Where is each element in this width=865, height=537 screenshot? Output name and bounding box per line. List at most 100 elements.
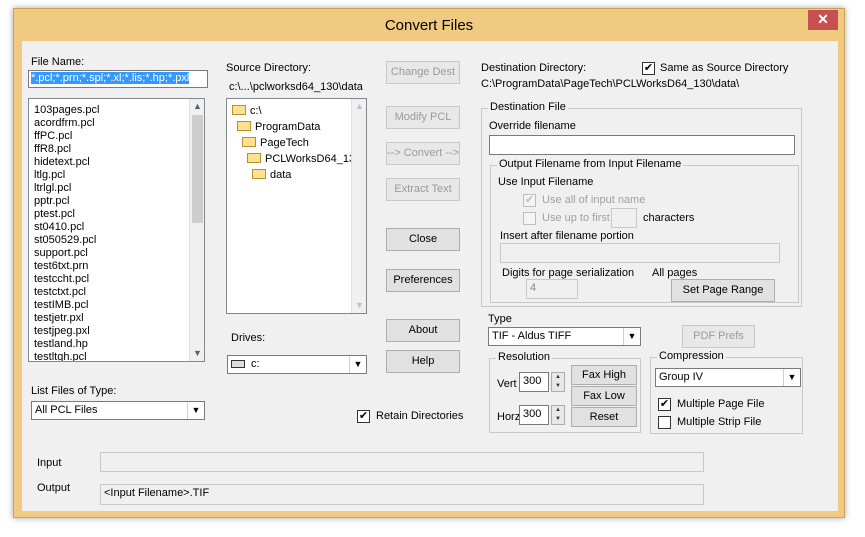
tree-node-pclworks[interactable]: PCLWorksD64_130 [247, 152, 361, 167]
file-list-item[interactable]: hidetext.pcl [29, 156, 204, 169]
list-type-value: All PCL Files [35, 404, 98, 416]
chevron-down-icon: ▼ [783, 369, 800, 386]
output-label: Output [37, 482, 71, 494]
scroll-thumb[interactable] [192, 115, 203, 223]
list-type-select[interactable]: All PCL Files ▼ [31, 401, 205, 420]
multiple-page-checkbox[interactable]: ✔ [658, 398, 671, 411]
file-list-item[interactable]: testland.hp [29, 338, 204, 351]
tree-node-drive[interactable]: c:\ [232, 104, 262, 119]
close-button[interactable]: Close [386, 228, 460, 251]
digits-input[interactable]: 4 [526, 279, 578, 299]
source-dir-path: c:\...\pclworksd64_130\data [229, 81, 363, 93]
chevron-down-icon: ▼ [623, 328, 640, 345]
destination-file-group: Destination File Override filename Outpu… [481, 101, 802, 307]
about-button[interactable]: About [386, 319, 460, 342]
characters-label: characters [643, 212, 695, 224]
pdf-prefs-button[interactable]: PDF Prefs [682, 325, 755, 348]
vert-input[interactable]: 300 [519, 372, 549, 392]
file-list-item[interactable]: support.pcl [29, 247, 204, 260]
all-pages-label: All pages [652, 267, 698, 279]
type-select[interactable]: TIF - Aldus TIFF ▼ [488, 327, 641, 346]
file-list-item[interactable]: st0410.pcl [29, 221, 204, 234]
horz-spinner[interactable]: ▲ ▼ [551, 405, 565, 425]
open-folder-icon [242, 137, 256, 148]
reset-button[interactable]: Reset [571, 407, 637, 427]
open-folder-icon [237, 121, 251, 132]
input-label: Input [37, 457, 62, 469]
open-folder-icon [247, 153, 261, 164]
scroll-down-arrow-icon[interactable]: ▼ [190, 346, 204, 361]
destination-dir-path: C:\ProgramData\PageTech\PCLWorksD64_130\… [481, 78, 740, 90]
source-dir-label: Source Directory: [226, 62, 311, 74]
help-button[interactable]: Help [386, 350, 460, 373]
file-list-item[interactable]: testltgh.pcl [29, 351, 204, 361]
tree-node-pagetech[interactable]: PageTech [242, 136, 309, 151]
fax-high-button[interactable]: Fax High [571, 365, 637, 385]
file-list-item[interactable]: testctxt.pcl [29, 286, 204, 299]
tree-scrollbar[interactable]: ▲ ▼ [351, 99, 366, 313]
file-list-item[interactable]: ltlg.pcl [29, 169, 204, 182]
same-as-source-label: Same as Source Directory [660, 62, 789, 74]
file-list-item[interactable]: testjetr.pxl [29, 312, 204, 325]
type-value: TIF - Aldus TIFF [492, 330, 572, 342]
file-list-item[interactable]: test6txt.prn [29, 260, 204, 273]
scroll-down-arrow-icon[interactable]: ▼ [352, 298, 366, 313]
file-list[interactable]: 103pages.pcl acordfrm.pcl ffPC.pcl ffR8.pcl… [28, 98, 205, 362]
file-list-scrollbar[interactable]: ▲ ▼ [189, 99, 204, 361]
digits-label: Digits for page serialization [502, 267, 635, 279]
vert-spinner[interactable]: ▲ ▼ [551, 372, 565, 392]
file-list-item[interactable]: testIMB.pcl [29, 299, 204, 312]
window-close-button[interactable]: ✕ [808, 10, 838, 30]
set-page-range-button[interactable]: Set Page Range [671, 279, 775, 302]
file-list-item[interactable]: ptest.pcl [29, 208, 204, 221]
drives-select[interactable]: c: ▼ [227, 355, 367, 374]
same-as-source-checkbox[interactable]: ✔ [642, 62, 655, 75]
use-up-to-checkbox[interactable] [523, 212, 536, 225]
file-list-item[interactable]: ffR8.pcl [29, 143, 204, 156]
directory-tree[interactable]: c:\ ProgramData PageTech PCLWorksD64_130… [226, 98, 367, 314]
modify-pcl-button[interactable]: Modify PCL [386, 106, 460, 129]
insert-after-input[interactable] [500, 243, 780, 263]
scroll-up-arrow-icon[interactable]: ▲ [190, 99, 204, 114]
use-all-checkbox[interactable]: ✔ [523, 194, 536, 207]
open-folder-icon [252, 169, 266, 180]
file-list-item[interactable]: testjpeg.pxl [29, 325, 204, 338]
tree-node-data[interactable]: data [252, 168, 291, 183]
horz-label: Horz [497, 411, 521, 423]
change-dest-button[interactable]: Change Dest [386, 61, 460, 84]
override-filename-label: Override filename [489, 120, 576, 132]
override-filename-input[interactable] [489, 135, 795, 155]
fax-low-button[interactable]: Fax Low [571, 386, 637, 406]
extract-text-button[interactable]: Extract Text [386, 178, 460, 201]
convert-files-window: Convert Files ✕ File Name: *.pcl;*.prn;*… [13, 8, 845, 518]
file-list-item[interactable]: acordfrm.pcl [29, 117, 204, 130]
type-label: Type [488, 313, 512, 325]
drive-icon [231, 360, 245, 369]
file-list-item[interactable]: st050529.pcl [29, 234, 204, 247]
characters-count-input[interactable] [611, 208, 637, 228]
compression-select[interactable]: Group IV ▼ [655, 368, 801, 387]
use-input-filename-label: Use Input Filename [498, 176, 594, 188]
file-list-item[interactable]: testccht.pcl [29, 273, 204, 286]
horz-input[interactable]: 300 [519, 405, 549, 425]
resolution-title: Resolution [496, 351, 552, 363]
output-filename-group: Output Filename from Input Filename Use … [490, 158, 799, 303]
file-name-input[interactable]: *.pcl;*.prn;*.spl;*.xl;*.lis;*.hp;*.pxl [28, 70, 208, 88]
list-type-label: List Files of Type: [31, 385, 117, 397]
file-list-item[interactable]: ffPC.pcl [29, 130, 204, 143]
tree-node-programdata[interactable]: ProgramData [237, 120, 320, 135]
multiple-strip-label: Multiple Strip File [677, 416, 762, 428]
chevron-down-icon: ▼ [349, 356, 366, 373]
preferences-button[interactable]: Preferences [386, 269, 460, 292]
file-list-item[interactable]: 103pages.pcl [29, 104, 204, 117]
file-list-item[interactable]: ltrlgl.pcl [29, 182, 204, 195]
open-folder-icon [232, 105, 246, 116]
multiple-strip-checkbox[interactable] [658, 416, 671, 429]
resolution-group: Resolution Vert 300 ▲ ▼ Horz 300 ▲ ▼ Fax H… [489, 351, 641, 433]
file-list-item[interactable]: pptr.pcl [29, 195, 204, 208]
scroll-up-arrow-icon[interactable]: ▲ [352, 99, 366, 114]
file-name-value: *.pcl;*.prn;*.spl;*.xl;*.lis;*.hp;*.pxl [31, 72, 190, 84]
multiple-page-label: Multiple Page File [677, 398, 765, 410]
retain-directories-checkbox[interactable]: ✔ [357, 410, 370, 423]
convert-button[interactable]: --> Convert --> [386, 142, 460, 165]
